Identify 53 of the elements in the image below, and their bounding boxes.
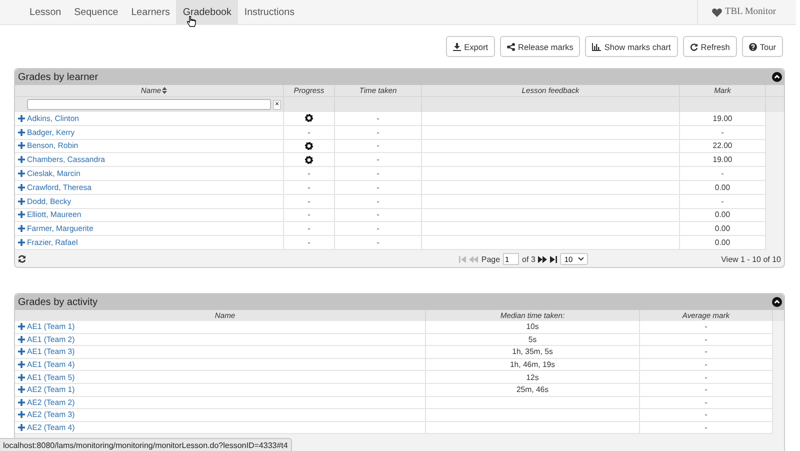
panel-title: Grades by learner [18,72,98,82]
nav-tab[interactable]: Sequence [68,0,125,24]
collapse-icon[interactable] [772,297,782,307]
expand-icon[interactable] [18,323,25,330]
expand-icon[interactable] [18,398,25,406]
status-url: localhost:8080/lams/monitoring/monitoring/monitorLesson.do?lessonID=4333#t4 [3,440,288,450]
nav-tab[interactable]: Lesson [23,0,68,24]
expand-icon[interactable] [18,424,25,432]
share-icon [507,42,516,50]
heart-icon [712,8,722,16]
expand-icon[interactable] [18,386,25,394]
toolbar-button[interactable]: Refresh [682,36,737,57]
collapse-icon[interactable] [772,72,782,82]
nav-tab[interactable]: Instructions [238,0,301,24]
gear-icon [305,156,313,164]
expand-icon[interactable] [18,225,25,232]
expand-icon[interactable] [18,170,25,178]
help-icon [748,42,757,50]
brand-title: TBL Monitor [724,7,776,17]
toolbar-button[interactable]: Show marks chart [585,36,678,57]
nav-tab[interactable]: Learners [124,0,176,24]
chevron-icon [578,257,584,262]
refresh-icon [690,42,698,50]
expand-icon[interactable] [18,211,25,218]
panel-title: Grades by activity [18,296,98,308]
toolbar-button[interactable]: Release marks [500,36,580,57]
download-icon [453,42,462,50]
expand-icon[interactable] [18,184,25,191]
page-label: Page [481,254,500,264]
last-page-icon[interactable] [550,256,558,263]
bar-chart-icon [592,42,602,50]
reload-icon[interactable] [18,255,26,264]
expand-icon[interactable] [18,198,25,205]
expand-icon[interactable] [18,239,25,246]
toolbar-button[interactable]: Export [446,36,496,57]
expand-icon[interactable] [18,114,25,122]
expand-icon[interactable] [18,374,25,381]
nav-tab[interactable]: Gradebook [176,0,238,24]
expand-icon[interactable] [18,156,25,164]
expand-icon[interactable] [18,348,25,356]
expand-icon[interactable] [18,411,25,418]
expand-icon[interactable] [18,336,25,343]
name-filter-field[interactable] [27,99,272,110]
expand-icon[interactable] [18,128,25,136]
expand-icon[interactable] [18,142,25,150]
gear-icon [305,142,313,150]
expand-icon[interactable] [18,361,25,368]
next-page-icon[interactable] [538,256,548,263]
gear-icon [305,114,313,122]
toolbar-button[interactable]: Tour [742,36,783,57]
page-count: of 3 [522,254,536,264]
sort-icon [162,87,168,94]
record-count: View 1 - 10 of 10 [721,254,781,264]
